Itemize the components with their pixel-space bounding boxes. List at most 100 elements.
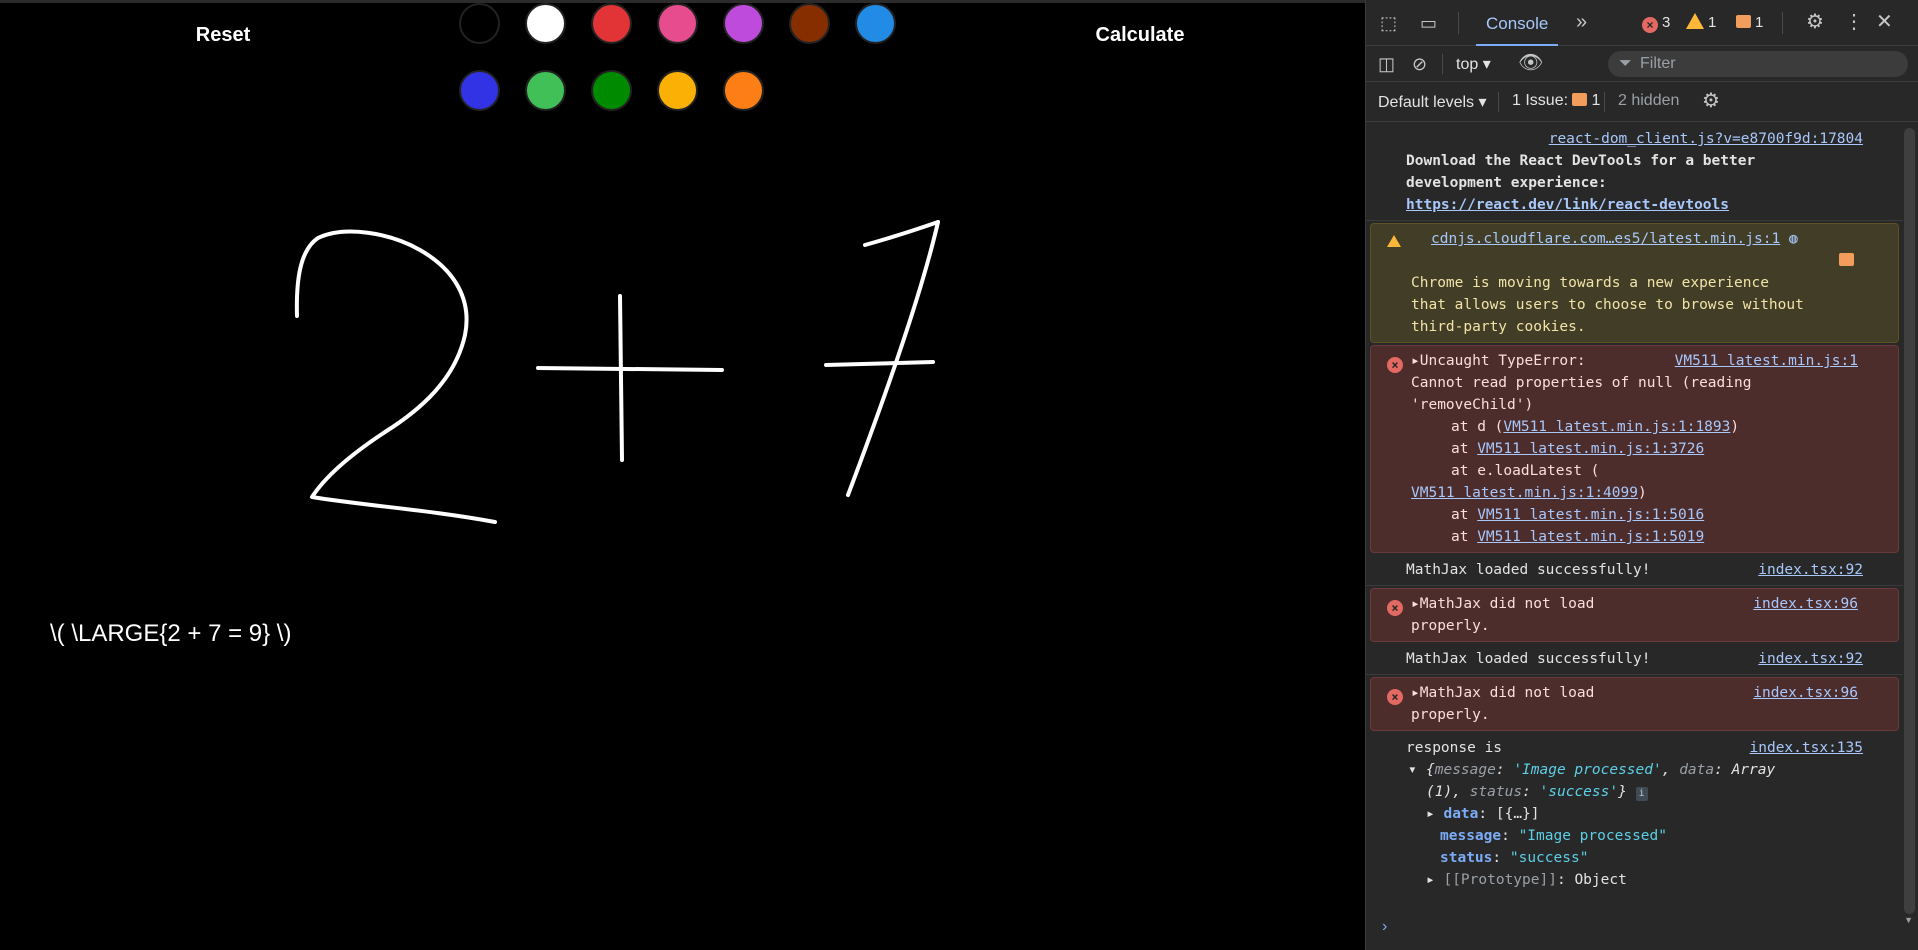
console-message-error: × ▸Uncaught TypeError: VM511 latest.min.j… xyxy=(1370,345,1899,553)
frame-prefix: at xyxy=(1451,507,1478,523)
obj-prop-row[interactable]: ▸ data: [{…}] xyxy=(1406,803,1863,825)
calculate-button[interactable]: Calculate xyxy=(1060,18,1220,52)
source-link[interactable]: react-dom_client.js?v=e8700f9d:17804 xyxy=(1549,131,1863,147)
expand-triangle-icon[interactable]: ▸ xyxy=(1426,872,1435,888)
frame-link[interactable]: VM511 latest.min.js:1:4099 xyxy=(1411,485,1638,501)
console-settings-gear-icon[interactable]: ⚙ xyxy=(1702,91,1720,111)
expand-triangle-icon[interactable]: ▸ xyxy=(1411,353,1420,369)
obj-key: status xyxy=(1469,784,1523,800)
message-text: 'removeChild') xyxy=(1411,397,1534,413)
error-icon: × xyxy=(1387,684,1407,706)
console-scrollbar[interactable] xyxy=(1904,128,1915,914)
drawing-canvas[interactable] xyxy=(0,0,1365,950)
color-swatch-orange[interactable] xyxy=(723,70,764,111)
color-swatch-pink[interactable] xyxy=(657,3,698,44)
stack-frame: at e.loadLatest ( xyxy=(1411,460,1858,482)
stack-frame-continued: VM511 latest.min.js:1:4099) xyxy=(1411,482,1858,504)
filter-icon: ⏷ xyxy=(1619,55,1632,72)
source-link[interactable]: index.tsx:96 xyxy=(1753,682,1858,704)
log-levels-dropdown[interactable]: Default levels ▾ xyxy=(1378,92,1487,112)
expand-triangle-icon[interactable]: ▸ xyxy=(1411,685,1420,701)
obj-prop-row: message: "Image processed" xyxy=(1440,828,1667,844)
issues-link[interactable]: 1 Issue: 1 xyxy=(1512,92,1600,110)
color-swatch-blue[interactable] xyxy=(855,3,896,44)
sidebar-toggle-icon[interactable]: ◫ xyxy=(1378,54,1395,74)
frame-link[interactable]: VM511 latest.min.js:1:1893 xyxy=(1503,419,1730,435)
more-options-icon[interactable]: ⋮ xyxy=(1844,12,1864,32)
console-prompt-chevron-icon[interactable]: › xyxy=(1382,918,1387,936)
frame-prefix: at xyxy=(1451,529,1478,545)
color-swatch-black[interactable] xyxy=(459,3,500,44)
warning-count: 1 xyxy=(1708,14,1717,31)
chevron-down-icon: ▾ xyxy=(1478,94,1487,111)
devtools-link[interactable]: https://react.dev/link/react-devtools xyxy=(1406,194,1863,216)
scroll-down-arrow-icon[interactable]: ▼ xyxy=(1904,915,1913,925)
clear-console-icon[interactable]: ⊘ xyxy=(1412,54,1427,74)
prop-value: [{…}] xyxy=(1495,806,1540,822)
frame-link[interactable]: VM511 latest.min.js:1:5016 xyxy=(1477,507,1704,523)
source-link[interactable]: cdnjs.cloudflare.com…es5/latest.min.js:1 xyxy=(1431,231,1780,247)
drawn-plus-horizontal xyxy=(536,366,724,372)
context-selector[interactable]: top ▾ xyxy=(1456,54,1491,74)
context-label: top xyxy=(1456,56,1479,73)
warning-icon xyxy=(1686,13,1704,29)
filter-input[interactable]: ⏷ Filter xyxy=(1608,51,1908,77)
device-toolbar-icon[interactable]: ▭ xyxy=(1420,13,1437,33)
source-link[interactable]: index.tsx:135 xyxy=(1750,737,1864,759)
object-preview[interactable]: ▾ {message: 'Image processed', data: Arr… xyxy=(1406,759,1863,803)
latex-result[interactable]: \( \LARGE{2 + 7 = 9} \) xyxy=(50,620,291,648)
console-message-warning: cdnjs.cloudflare.com…es5/latest.min.js:1… xyxy=(1370,223,1899,343)
console-message-error: × ▸MathJax did not load index.tsx:96 prop… xyxy=(1370,677,1899,731)
warning-count-badge[interactable]: 1 xyxy=(1686,13,1716,33)
color-swatch-dark-green[interactable] xyxy=(591,70,632,111)
reset-button[interactable]: Reset xyxy=(150,18,296,52)
source-link[interactable]: index.tsx:92 xyxy=(1758,648,1863,670)
message-text: MathJax did not load xyxy=(1419,685,1595,701)
message-text: response is xyxy=(1406,740,1503,756)
color-swatch-yellow[interactable] xyxy=(657,70,698,111)
error-heading: Uncaught TypeError: xyxy=(1419,353,1586,369)
obj-brace: } xyxy=(1618,784,1627,800)
hidden-count: 2 hidden xyxy=(1618,92,1680,109)
message-text: Cannot read properties of null (reading xyxy=(1411,375,1752,391)
color-swatch-white[interactable] xyxy=(525,3,566,44)
close-icon[interactable]: ✕ xyxy=(1876,12,1893,32)
issue-count-badge[interactable]: 1 xyxy=(1736,13,1763,33)
color-swatch-purple[interactable] xyxy=(723,3,764,44)
stack-frame: at VM511 latest.min.js:1:5019 xyxy=(1411,526,1858,548)
expand-triangle-icon[interactable]: ▸ xyxy=(1426,806,1435,822)
info-icon[interactable]: i xyxy=(1635,787,1648,801)
console-messages: react-dom_client.js?v=e8700f9d:17804 Dow… xyxy=(1366,122,1903,950)
message-text: properly. xyxy=(1411,707,1490,723)
frame-link[interactable]: VM511 latest.min.js:1:3726 xyxy=(1477,441,1704,457)
color-swatch-indigo[interactable] xyxy=(459,70,500,111)
inspect-element-icon[interactable]: ⬚ xyxy=(1380,13,1397,33)
live-expression-eye-icon[interactable]: 👁 xyxy=(1518,53,1543,73)
more-tabs-icon[interactable]: » xyxy=(1576,12,1587,32)
error-count-badge[interactable]: × 3 xyxy=(1642,13,1670,33)
console-message-log: MathJax loaded successfully! index.tsx:92 xyxy=(1366,644,1903,675)
chevron-down-icon: ▾ xyxy=(1482,56,1491,73)
divider xyxy=(1604,92,1605,112)
tab-console[interactable]: Console xyxy=(1476,0,1559,46)
frame-prefix: at e.loadLatest ( xyxy=(1451,463,1600,479)
message-text: Download the React DevTools for a better xyxy=(1406,153,1756,169)
obj-value: 'Image processed' xyxy=(1513,762,1662,778)
issue-icon xyxy=(1736,15,1751,28)
source-link[interactable]: index.tsx:96 xyxy=(1753,593,1858,615)
color-swatch-red[interactable] xyxy=(591,3,632,44)
source-link[interactable]: index.tsx:92 xyxy=(1758,559,1863,581)
issue-icon[interactable] xyxy=(1839,253,1854,266)
source-link[interactable]: VM511 latest.min.js:1 xyxy=(1675,350,1858,372)
frame-link[interactable]: VM511 latest.min.js:1:5019 xyxy=(1477,529,1704,545)
console-message-log: response is index.tsx:135 ▾ {message: 'Im… xyxy=(1366,733,1903,895)
console-message-log: MathJax loaded successfully! index.tsx:92 xyxy=(1366,555,1903,586)
expand-triangle-icon[interactable]: ▸ xyxy=(1411,596,1420,612)
settings-gear-icon[interactable]: ⚙ xyxy=(1806,12,1824,32)
obj-prop-row[interactable]: ▸ [[Prototype]]: Object xyxy=(1406,869,1863,891)
log-levels-label: Default levels xyxy=(1378,94,1475,111)
color-swatch-brown[interactable] xyxy=(789,3,830,44)
color-swatch-green[interactable] xyxy=(525,70,566,111)
expand-triangle-icon[interactable]: ▾ xyxy=(1408,759,1417,781)
drawn-digit-7-stem xyxy=(846,220,940,497)
